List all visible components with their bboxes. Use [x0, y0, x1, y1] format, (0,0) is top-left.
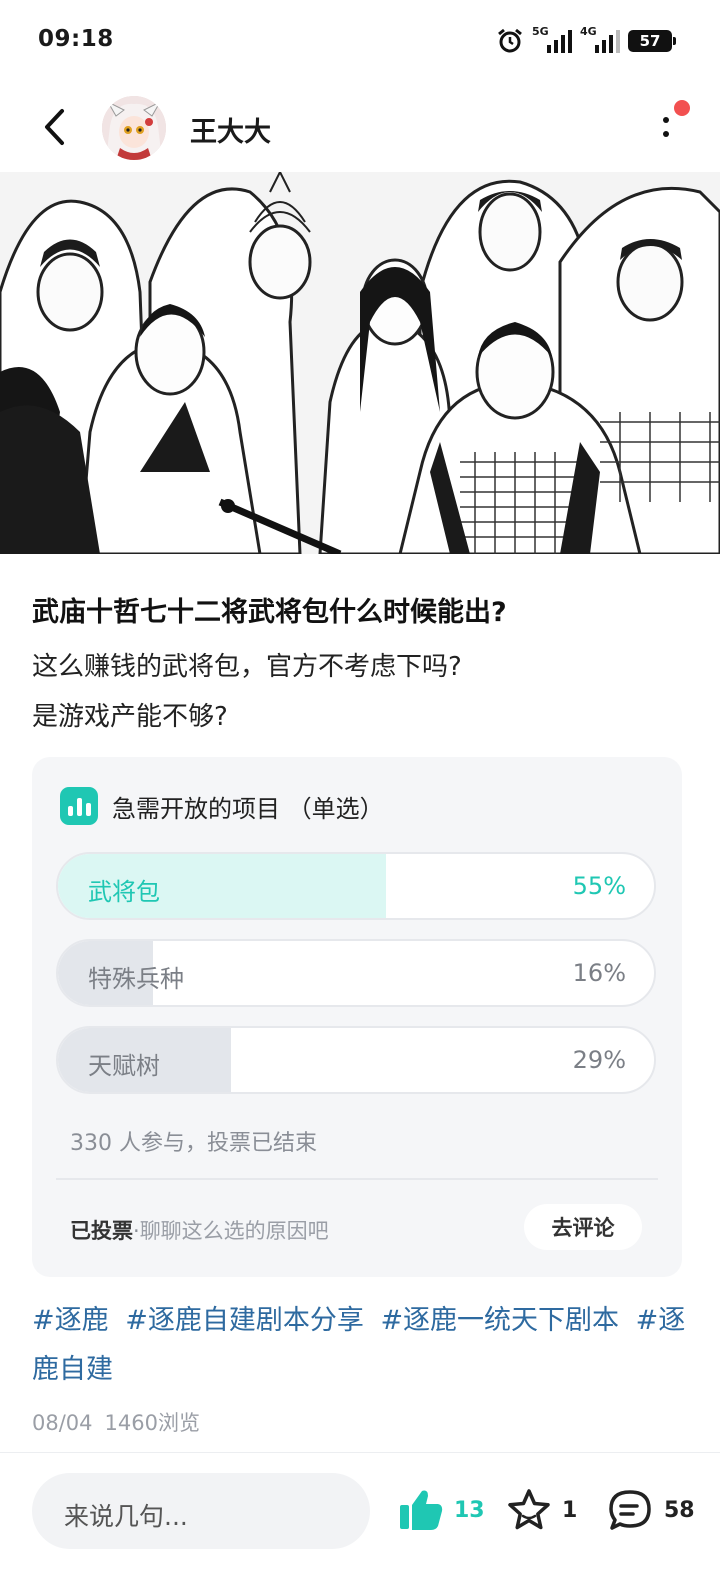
- comment-input-placeholder: 来说几句...: [64, 1502, 188, 1531]
- poll-option-percent: 55%: [572, 872, 626, 900]
- poll-option-label: 武将包: [88, 878, 160, 906]
- post-image[interactable]: [0, 172, 720, 554]
- status-bar: 09:18 5G 4G 57: [0, 0, 720, 84]
- notification-dot: [674, 100, 690, 116]
- alarm-icon: [498, 28, 522, 53]
- generals-illustration: [0, 172, 720, 554]
- poll-option-wujiangbao[interactable]: 武将包 55%: [56, 852, 656, 920]
- favorite-button[interactable]: 1: [506, 1483, 577, 1537]
- topic-tags: #逐鹿 #逐鹿自建剧本分享 #逐鹿一统天下剧本 #逐鹿自建: [32, 1296, 692, 1394]
- poll-divider: [56, 1178, 658, 1180]
- poll-header: 急需开放的项目 （单选）: [60, 787, 384, 825]
- poll-option-label: 天赋树: [88, 1052, 160, 1080]
- battery-icon: 57: [628, 30, 676, 52]
- poll-card: 急需开放的项目 （单选） 武将包 55% 特殊兵种 16% 天赋树 29% 33…: [32, 757, 682, 1277]
- bar-chart-icon: [60, 787, 98, 825]
- voted-label: 已投票: [70, 1219, 133, 1243]
- go-comment-button[interactable]: 去评论: [524, 1204, 642, 1250]
- signal-4g-icon: 4G: [580, 25, 620, 55]
- poll-stats: 330 人参与，投票已结束: [70, 1131, 317, 1156]
- username[interactable]: 王大大: [190, 110, 271, 149]
- post-body-line: 这么赚钱的武将包，官方不考虑下吗?: [32, 652, 462, 682]
- back-arrow-icon: [45, 109, 64, 145]
- comment-count: 58: [664, 1497, 695, 1523]
- poll-option-teshubingzhong[interactable]: 特殊兵种 16%: [56, 939, 656, 1007]
- comment-icon: [609, 1490, 651, 1530]
- bottom-action-bar: 来说几句... 13 1 58: [0, 1453, 720, 1584]
- battery-level: 57: [639, 32, 661, 50]
- post-views: 1460浏览: [104, 1411, 200, 1435]
- voted-separator: ·: [133, 1219, 140, 1243]
- post-header: 王大大: [0, 84, 720, 172]
- status-icons: 5G 4G 57: [496, 25, 676, 56]
- avatar[interactable]: [102, 96, 166, 160]
- post-meta: 08/04 1460浏览: [32, 1407, 212, 1437]
- comment-input[interactable]: 来说几句...: [32, 1473, 370, 1549]
- voted-hint: 聊聊这么选的原因吧: [139, 1219, 329, 1243]
- post-body-line: 是游戏产能不够?: [32, 702, 228, 732]
- thumbs-up-icon: [400, 1490, 443, 1530]
- topic-tag[interactable]: #逐鹿一统天下剧本: [380, 1305, 619, 1336]
- topic-tag[interactable]: #逐鹿: [32, 1305, 109, 1336]
- like-count: 13: [454, 1497, 485, 1523]
- poll-option-label: 特殊兵种: [88, 965, 184, 993]
- star-icon: [508, 1489, 550, 1530]
- like-button[interactable]: 13: [398, 1483, 485, 1537]
- post-date: 08/04: [32, 1411, 93, 1435]
- comments-button[interactable]: 58: [606, 1483, 695, 1537]
- back-button[interactable]: [34, 104, 74, 150]
- signal-5g-icon: 5G: [532, 25, 572, 55]
- poll-option-percent: 16%: [572, 959, 626, 987]
- topic-tag[interactable]: #逐鹿自建剧本分享: [125, 1305, 364, 1336]
- voted-status: 已投票·聊聊这么选的原因吧: [70, 1215, 329, 1245]
- post-title: 武庙十哲七十二将武将包什么时候能出?: [32, 597, 507, 628]
- poll-title: 急需开放的项目 （单选）: [112, 794, 384, 823]
- favorite-count: 1: [562, 1497, 578, 1523]
- poll-option-percent: 29%: [572, 1046, 626, 1074]
- status-time: 09:18: [38, 26, 114, 52]
- poll-option-tianfushu[interactable]: 天赋树 29%: [56, 1026, 656, 1094]
